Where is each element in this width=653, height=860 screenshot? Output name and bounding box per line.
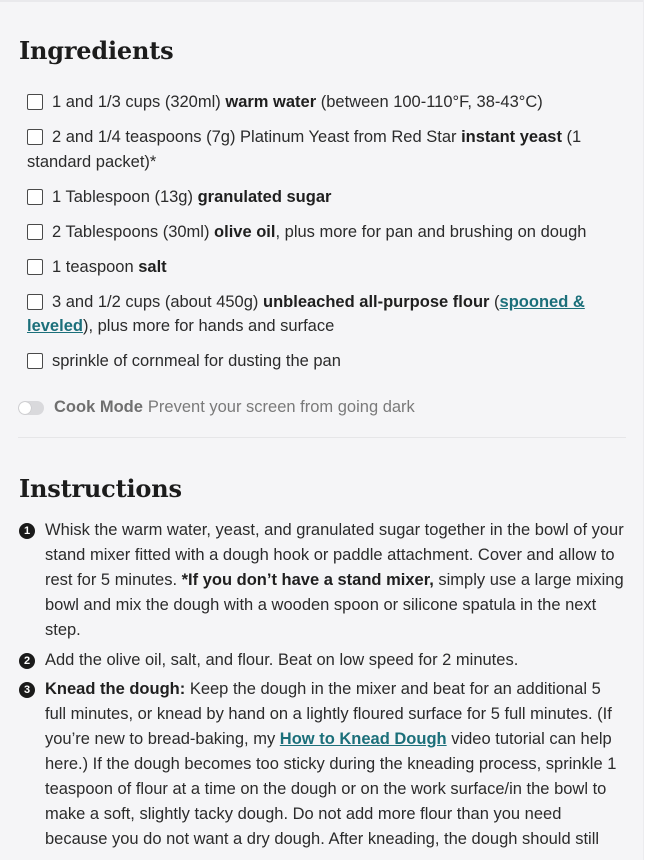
- ingredient-checkbox[interactable]: [27, 223, 43, 240]
- ingredient-item: 2 Tablespoons (30ml) olive oil, plus mor…: [27, 220, 623, 245]
- ingredient-item: 3 and 1/2 cups (about 450g) unbleached a…: [27, 292, 585, 335]
- step-number-badge: 3: [19, 682, 35, 698]
- instructions-list: 1 Whisk the warm water, yeast, and granul…: [19, 518, 625, 857]
- instruction-step: 1 Whisk the warm water, yeast, and granul…: [19, 518, 625, 643]
- ingredient-checkbox[interactable]: [27, 258, 43, 275]
- section-divider: [18, 437, 626, 438]
- toggle-knob: [19, 401, 31, 414]
- ingredient-checkbox[interactable]: [27, 188, 43, 205]
- ingredient-item: 2 and 1/4 teaspoons (7g) Platinum Yeast …: [27, 128, 582, 171]
- instructions-heading: Instructions: [19, 474, 182, 503]
- ingredients-list: 1 and 1/3 cups (320ml) warm water (betwe…: [27, 90, 623, 384]
- recipe-card: Ingredients 1 and 1/3 cups (320ml) warm …: [0, 0, 644, 860]
- cook-mode: Cook Mode Prevent your screen from going…: [18, 398, 415, 417]
- instruction-step: 3 Knead the dough: Keep the dough in the …: [19, 677, 625, 852]
- ingredient-item: 1 Tablespoon (13g) granulated sugar: [27, 185, 623, 210]
- cook-mode-label: Cook Mode: [54, 398, 143, 416]
- ingredient-item: 1 teaspoon salt: [27, 255, 623, 280]
- ingredient-checkbox[interactable]: [27, 353, 43, 369]
- ingredient-checkbox[interactable]: [27, 94, 43, 110]
- step-number-badge: 2: [19, 652, 35, 669]
- cook-mode-toggle[interactable]: [18, 400, 44, 415]
- ingredient-item: 1 and 1/3 cups (320ml) warm water (betwe…: [27, 90, 623, 115]
- ingredient-item: sprinkle of cornmeal for dusting the pan: [27, 349, 623, 374]
- how-to-knead-dough-link[interactable]: How to Knead Dough: [280, 730, 447, 748]
- ingredients-heading: Ingredients: [19, 36, 174, 65]
- cook-mode-description: Prevent your screen from going dark: [147, 398, 415, 416]
- ingredient-checkbox[interactable]: [27, 129, 43, 145]
- ingredient-checkbox[interactable]: [27, 293, 43, 310]
- instruction-step: 2 Add the olive oil, salt, and flour. Bea…: [19, 648, 625, 673]
- step-number-badge: 1: [19, 523, 35, 539]
- card-top-border: [0, 0, 643, 2]
